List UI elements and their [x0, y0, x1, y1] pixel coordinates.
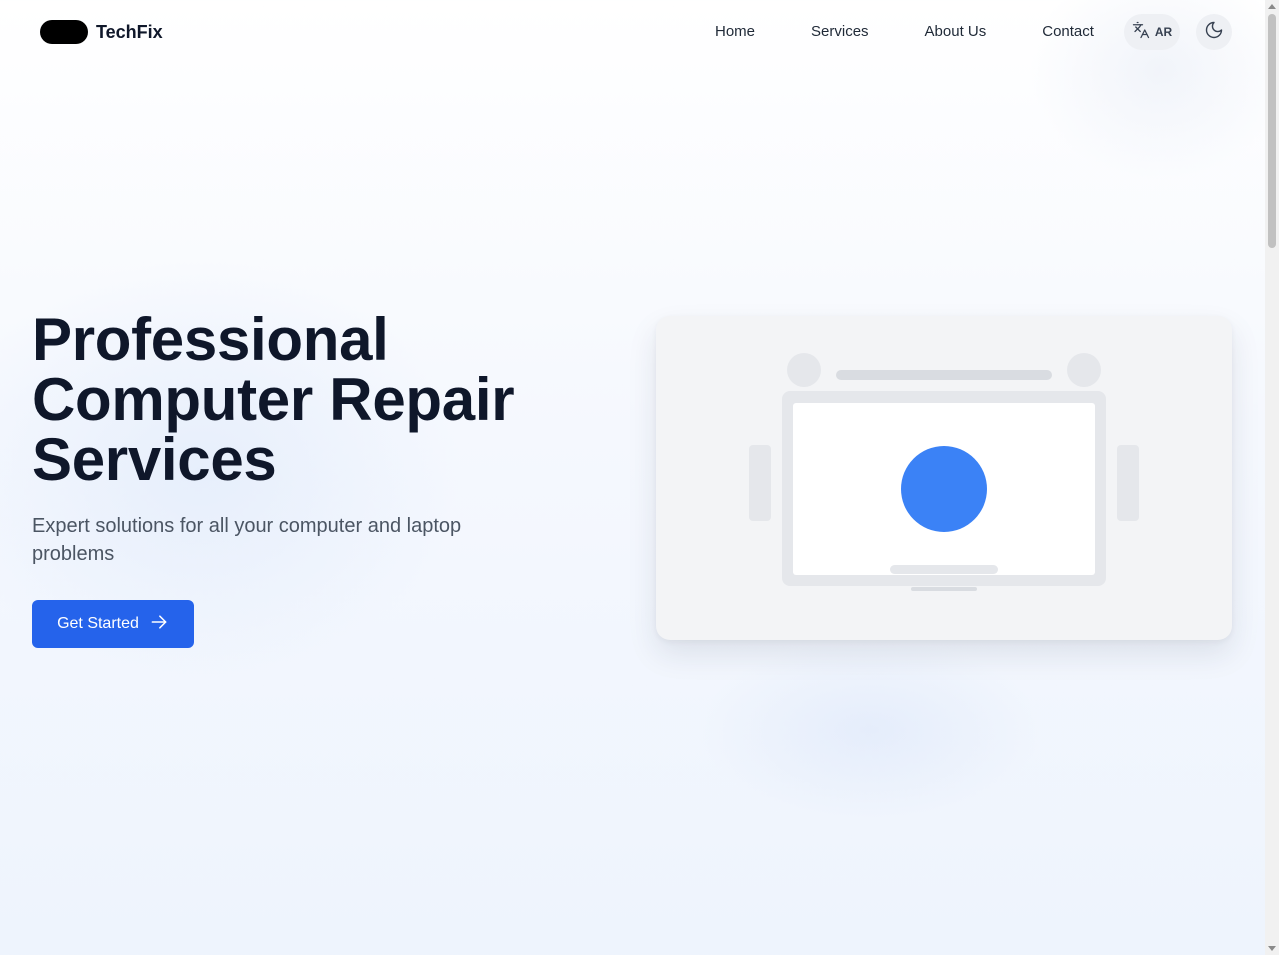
arrow-right-icon — [149, 612, 169, 637]
illustration-screen-bar — [890, 565, 998, 574]
illustration-side-panel — [749, 445, 771, 521]
nav-link-about-us[interactable]: About Us — [925, 23, 987, 40]
translate-icon — [1132, 21, 1150, 44]
language-toggle-button[interactable]: AR — [1124, 14, 1180, 50]
illustration-side-panel — [1117, 445, 1139, 521]
brand-name: TechFix — [96, 21, 163, 42]
illustration-stand — [911, 587, 977, 591]
language-label: AR — [1154, 25, 1173, 39]
main-nav: Home Services About Us Contact — [715, 23, 1094, 40]
moon-icon — [1204, 20, 1224, 45]
nav-link-contact[interactable]: Contact — [1042, 23, 1094, 40]
get-started-label: Get Started — [57, 615, 139, 632]
get-started-button[interactable]: Get Started — [32, 600, 194, 648]
hero-subtitle: Expert solutions for all your computer a… — [32, 515, 462, 565]
scroll-down-arrow-icon[interactable] — [1268, 946, 1276, 951]
navbar: TechFix Home Services About Us Contact A… — [0, 0, 1265, 64]
laptop-illustration — [656, 316, 1232, 640]
page-scrollbar[interactable] — [1265, 0, 1279, 955]
theme-toggle-button[interactable] — [1196, 14, 1232, 50]
scroll-up-arrow-icon[interactable] — [1268, 4, 1276, 9]
hero-title: Professional Computer Repair Services — [32, 306, 515, 493]
nav-link-home[interactable]: Home — [715, 23, 755, 40]
nav-link-services[interactable]: Services — [811, 23, 869, 40]
logo-mark-icon — [40, 20, 88, 44]
illustration-bar — [836, 370, 1052, 380]
illustration-circle-icon — [901, 446, 987, 532]
scrollbar-thumb[interactable] — [1268, 14, 1276, 248]
background-glow — [700, 640, 1040, 820]
illustration-dot — [787, 353, 821, 387]
brand-logo[interactable]: TechFix — [40, 20, 163, 44]
illustration-dot — [1067, 353, 1101, 387]
